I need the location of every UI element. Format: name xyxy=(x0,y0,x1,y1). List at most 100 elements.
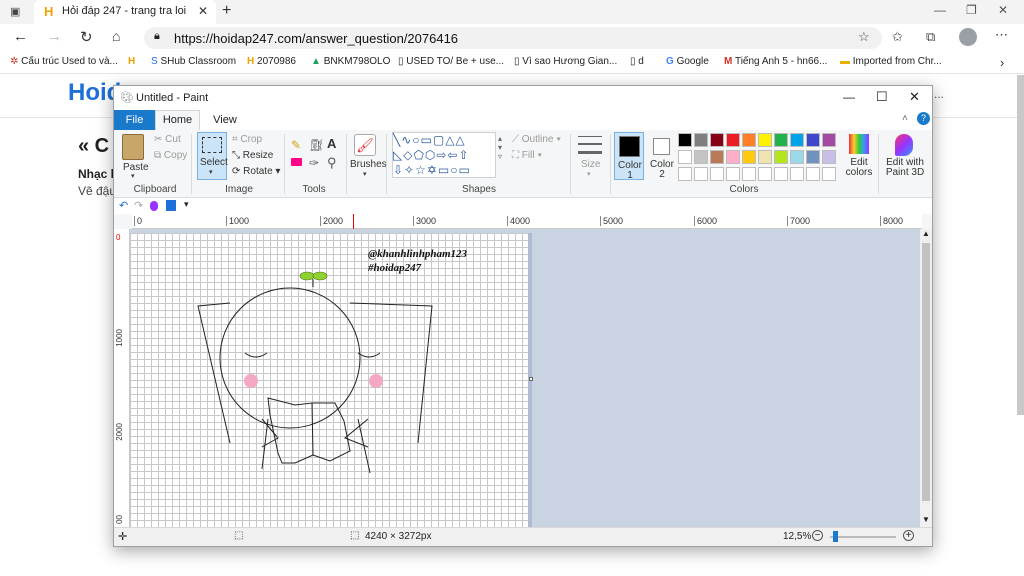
bookmarks-overflow-icon[interactable]: › xyxy=(1000,55,1004,70)
palette-color-swatch[interactable] xyxy=(790,150,804,164)
bookmark-item[interactable]: M Tiếng Anh 5 - hn66... xyxy=(724,56,827,67)
minimize-icon[interactable]: — xyxy=(934,3,946,17)
eraser-icon[interactable] xyxy=(291,158,302,166)
palette-color-swatch[interactable] xyxy=(726,150,740,164)
palette-color-swatch[interactable] xyxy=(758,150,772,164)
canvas-resize-handle[interactable] xyxy=(529,377,533,381)
paint-maximize-icon[interactable]: ☐ xyxy=(876,89,888,105)
zoom-out-icon[interactable]: − xyxy=(812,530,823,541)
tab-home[interactable]: Home xyxy=(155,110,200,131)
color2-button[interactable]: Color 2 xyxy=(647,132,677,180)
bookmark-item[interactable]: ▯ d xyxy=(630,56,644,67)
browser-tab[interactable]: H Hỏi đáp 247 - trang tra loi ✕ xyxy=(34,0,216,24)
favorite-star-icon[interactable]: ☆ xyxy=(858,29,870,45)
palette-color-swatch[interactable] xyxy=(726,167,740,181)
site-more-icon[interactable]: ... xyxy=(934,87,944,101)
bookmark-item[interactable]: S SHub Classroom xyxy=(151,56,236,67)
color-picker-icon[interactable]: ✑ xyxy=(309,156,319,170)
rotate-button[interactable]: ⟳ Rotate ▾ xyxy=(232,166,280,177)
close-tab-icon[interactable]: ✕ xyxy=(198,4,208,18)
forward-icon[interactable]: → xyxy=(47,28,62,45)
outline-button[interactable]: ⟋ Outline ▾ xyxy=(512,134,561,145)
profile-avatar[interactable] xyxy=(959,28,977,46)
help-icon[interactable]: ? xyxy=(917,112,930,125)
palette-color-swatch[interactable] xyxy=(678,167,692,181)
palette-color-swatch[interactable] xyxy=(710,150,724,164)
zoom-in-icon[interactable]: + xyxy=(903,530,914,541)
close-window-icon[interactable]: ✕ xyxy=(998,3,1008,17)
scroll-down-icon[interactable]: ▼ xyxy=(922,515,930,524)
palette-color-swatch[interactable] xyxy=(678,150,692,164)
palette-color-swatch[interactable] xyxy=(790,167,804,181)
tab-view[interactable]: View xyxy=(210,110,240,130)
bookmark-item[interactable]: ▬ Imported from Chr... xyxy=(840,56,942,67)
palette-color-swatch[interactable] xyxy=(694,150,708,164)
paint3d-small-icon[interactable] xyxy=(150,201,158,211)
save-icon[interactable] xyxy=(166,200,176,211)
edit-paint3d-button[interactable]: Edit with Paint 3D xyxy=(880,132,930,180)
collapse-ribbon-icon[interactable]: ˄ xyxy=(902,113,908,124)
palette-color-swatch[interactable] xyxy=(710,133,724,147)
palette-color-swatch[interactable] xyxy=(822,167,836,181)
favorites-icon[interactable]: ✩ xyxy=(892,29,903,45)
palette-color-swatch[interactable] xyxy=(742,167,756,181)
fill-bucket-icon[interactable]: ⛽︎ xyxy=(309,138,324,152)
resize-button[interactable]: ⤡ Resize xyxy=(232,150,273,161)
palette-color-swatch[interactable] xyxy=(694,133,708,147)
palette-color-swatch[interactable] xyxy=(806,167,820,181)
restore-icon[interactable]: ❐ xyxy=(966,3,977,17)
undo-icon[interactable]: ↶ xyxy=(119,199,128,212)
bookmark-item[interactable]: H 2070986 xyxy=(247,56,296,67)
select-button[interactable]: Select ▾ xyxy=(197,132,228,180)
zoom-slider-track[interactable] xyxy=(830,536,896,538)
bookmark-item[interactable]: ▯ Vì sao Hương Gian... xyxy=(514,56,617,67)
bookmark-item[interactable]: ▲ BNKM798OLO xyxy=(311,56,390,67)
palette-color-swatch[interactable] xyxy=(774,150,788,164)
text-tool-icon[interactable]: A xyxy=(327,136,336,151)
magnifier-icon[interactable]: ⚲ xyxy=(327,155,337,171)
pencil-icon[interactable]: ✎ xyxy=(291,138,301,152)
palette-color-swatch[interactable] xyxy=(726,133,740,147)
page-scrollbar[interactable] xyxy=(1017,75,1024,415)
palette-color-swatch[interactable] xyxy=(678,133,692,147)
redo-icon[interactable]: ↷ xyxy=(134,199,143,212)
vertical-scrollbar[interactable]: ▲ ▼ xyxy=(920,229,932,527)
more-menu-icon[interactable]: ⋯ xyxy=(995,27,1008,43)
bookmark-item[interactable]: ✲ Cấu trúc Used to và... xyxy=(10,56,118,67)
shapes-scroll-icon[interactable]: ▴ ▾ ▿ xyxy=(498,134,502,161)
tab-file[interactable]: File xyxy=(114,110,155,130)
palette-color-swatch[interactable] xyxy=(822,150,836,164)
bookmark-item[interactable]: ▯ USED TO/ Be + use... xyxy=(398,56,504,67)
cut-button[interactable]: ✂ Cut xyxy=(154,134,181,145)
shapes-gallery[interactable]: ╲∿○▭▢△△ ◺◇⬠⬡⇨⇦⇧ ⇩✧☆✡▭○▭ xyxy=(392,132,496,178)
paint-minimize-icon[interactable]: — xyxy=(843,90,855,104)
bookmark-item[interactable]: G Google xyxy=(666,56,709,67)
palette-color-swatch[interactable] xyxy=(758,133,772,147)
brushes-button[interactable]: 🖌︎ Brushes ▾ xyxy=(350,132,387,180)
refresh-icon[interactable]: ↻ xyxy=(80,28,93,46)
drawing-canvas[interactable]: @khanhlinhpham123 #hoidap247 xyxy=(130,233,528,527)
customize-qat-icon[interactable]: ▾ xyxy=(184,199,189,210)
scroll-up-icon[interactable]: ▲ xyxy=(922,229,930,238)
palette-color-swatch[interactable] xyxy=(806,133,820,147)
size-button[interactable]: Size ▾ xyxy=(574,132,606,180)
palette-color-swatch[interactable] xyxy=(710,167,724,181)
tab-actions-icon[interactable]: ▣ xyxy=(10,5,20,18)
home-icon[interactable]: ⌂ xyxy=(112,28,120,44)
palette-color-swatch[interactable] xyxy=(694,167,708,181)
palette-color-swatch[interactable] xyxy=(758,167,772,181)
copy-button[interactable]: ⧉ Copy xyxy=(154,150,187,161)
paste-button[interactable]: Paste ▾ xyxy=(118,132,150,180)
fill-button[interactable]: ⛶ Fill ▾ xyxy=(512,150,542,161)
edit-colors-button[interactable]: Edit colors xyxy=(844,132,874,180)
palette-color-swatch[interactable] xyxy=(822,133,836,147)
palette-color-swatch[interactable] xyxy=(774,167,788,181)
palette-color-swatch[interactable] xyxy=(806,150,820,164)
bookmark-item[interactable]: H xyxy=(128,56,135,67)
collections-icon[interactable]: ⧉ xyxy=(926,29,935,45)
scroll-thumb[interactable] xyxy=(922,243,930,501)
zoom-slider-thumb[interactable] xyxy=(833,531,838,542)
url-field[interactable]: 🔒︎ https://hoidap247.com/answer_question… xyxy=(144,27,882,49)
color1-button[interactable]: Color 1 xyxy=(614,132,644,181)
new-tab-icon[interactable]: + xyxy=(222,2,231,20)
